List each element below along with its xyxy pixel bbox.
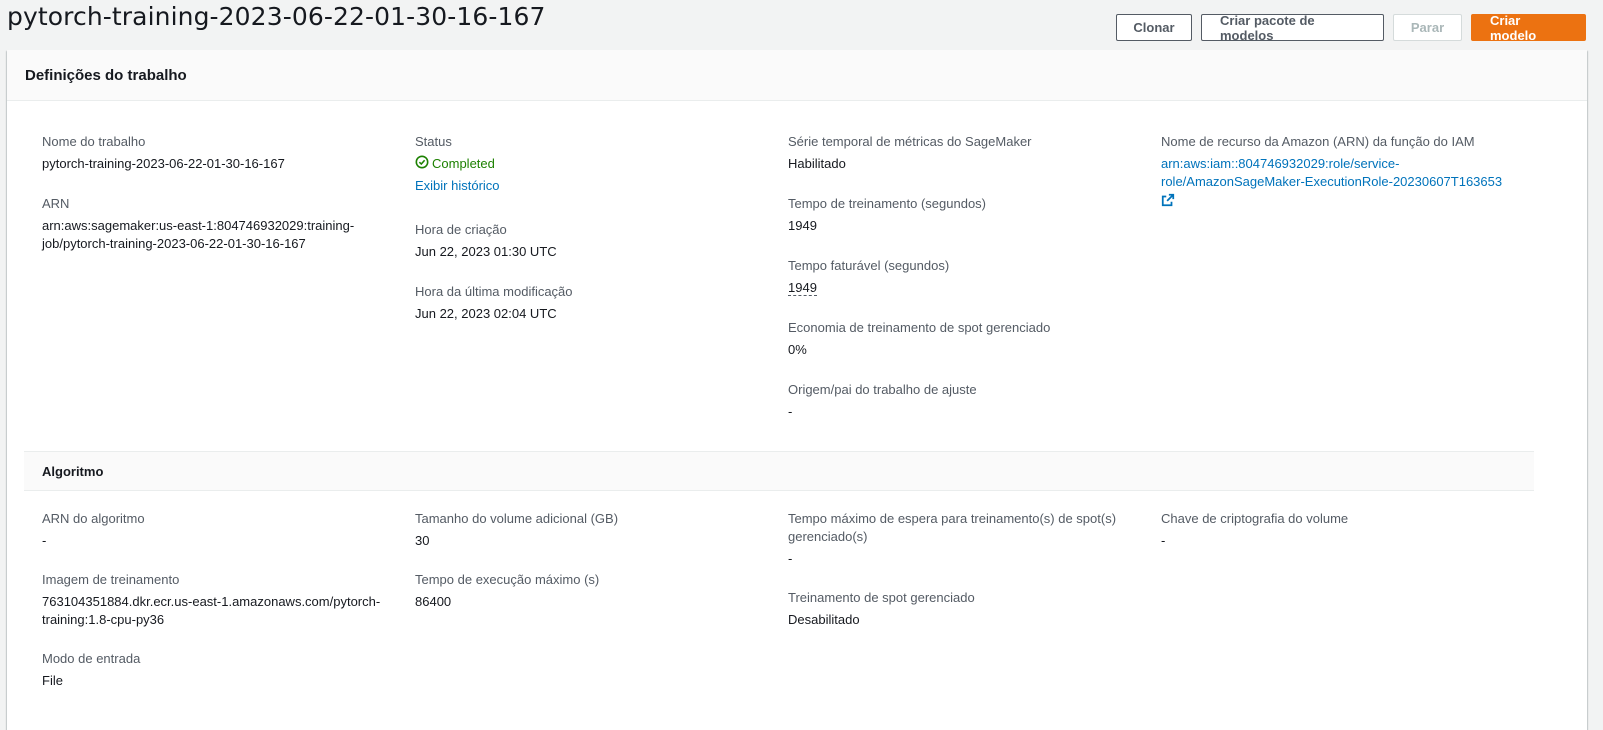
job-name-label: Nome do trabalho <box>42 134 146 149</box>
tuning-origin-value: - <box>788 404 793 419</box>
max-runtime-value: 86400 <box>415 594 452 609</box>
job-name-field: Nome do trabalho pytorch-training-2023-0… <box>42 133 382 173</box>
volume-size-value: 30 <box>415 533 430 548</box>
status-indicator: Completed <box>415 155 755 172</box>
max-wait-field: Tempo máximo de espera para treinamento(… <box>788 510 1128 568</box>
volume-key-field: Chave de criptografia do volume - <box>1161 510 1501 550</box>
modified-time-value: Jun 22, 2023 02:04 UTC <box>415 306 557 321</box>
training-image-value: 763104351884.dkr.ecr.us-east-1.amazonaws… <box>42 594 381 627</box>
input-mode-label: Modo de entrada <box>42 651 141 666</box>
billable-time-label: Tempo faturável (segundos) <box>788 258 950 273</box>
modified-time-field: Hora da última modificação Jun 22, 2023 … <box>415 283 755 323</box>
billable-time-value[interactable]: 1949 <box>788 280 817 296</box>
job-name-value: pytorch-training-2023-06-22-01-30-16-167 <box>42 156 285 171</box>
job-settings-panel: Definições do trabalho Nome do trabalho … <box>7 50 1587 730</box>
external-link-icon[interactable] <box>1161 193 1175 212</box>
status-field: Status Completed Exibir histórico <box>415 133 755 195</box>
algorithm-arn-value: - <box>42 533 47 548</box>
action-bar: Clonar Criar pacote de modelos Parar Cri… <box>1116 13 1586 43</box>
algorithm-section-header: Algoritmo <box>24 451 1534 491</box>
iam-role-label: Nome de recurso da Amazon (ARN) da funçã… <box>1161 134 1475 149</box>
panel-header: Definições do trabalho <box>7 50 1587 101</box>
check-circle-icon <box>415 155 429 172</box>
volume-size-label: Tamanho do volume adicional (GB) <box>415 511 619 526</box>
spot-savings-value: 0% <box>788 342 807 357</box>
metrics-value: Habilitado <box>788 156 846 171</box>
managed-spot-label: Treinamento de spot gerenciado <box>788 590 975 605</box>
page-title: pytorch-training-2023-06-22-01-30-16-167 <box>7 2 546 31</box>
create-model-button[interactable]: Criar modelo <box>1471 13 1586 43</box>
creation-time-label: Hora de criação <box>415 222 507 237</box>
training-image-field: Imagem de treinamento 763104351884.dkr.e… <box>42 571 387 629</box>
create-model-package-button[interactable]: Criar pacote de modelos <box>1201 13 1384 43</box>
max-runtime-field: Tempo de execução máximo (s) 86400 <box>415 571 755 611</box>
training-time-value: 1949 <box>788 218 817 233</box>
modified-time-label: Hora da última modificação <box>415 284 573 299</box>
iam-role-link[interactable]: arn:aws:iam::804746932029:role/service-r… <box>1161 155 1511 191</box>
tuning-origin-field: Origem/pai do trabalho de ajuste - <box>788 381 1128 421</box>
algorithm-arn-field: ARN do algoritmo - <box>42 510 382 550</box>
status-value: Completed <box>432 156 495 171</box>
billable-time-field: Tempo faturável (segundos) 1949 <box>788 257 1128 297</box>
creation-time-value: Jun 22, 2023 01:30 UTC <box>415 244 557 259</box>
max-wait-value: - <box>788 551 793 566</box>
stop-button[interactable]: Parar <box>1393 14 1462 41</box>
metrics-field: Série temporal de métricas do SageMaker … <box>788 133 1128 173</box>
arn-value: arn:aws:sagemaker:us-east-1:804746932029… <box>42 218 355 251</box>
max-runtime-label: Tempo de execução máximo (s) <box>415 572 600 587</box>
volume-key-value: - <box>1161 533 1166 548</box>
managed-spot-field: Treinamento de spot gerenciado Desabilit… <box>788 589 1128 629</box>
clone-button[interactable]: Clonar <box>1116 14 1192 41</box>
training-time-label: Tempo de treinamento (segundos) <box>788 196 987 211</box>
spot-savings-label: Economia de treinamento de spot gerencia… <box>788 320 1051 335</box>
training-image-label: Imagem de treinamento <box>42 572 180 587</box>
creation-time-field: Hora de criação Jun 22, 2023 01:30 UTC <box>415 221 755 261</box>
input-mode-field: Modo de entrada File <box>42 650 382 690</box>
tuning-origin-label: Origem/pai do trabalho de ajuste <box>788 382 977 397</box>
training-time-field: Tempo de treinamento (segundos) 1949 <box>788 195 1128 235</box>
max-wait-label: Tempo máximo de espera para treinamento(… <box>788 511 1117 544</box>
metrics-label: Série temporal de métricas do SageMaker <box>788 134 1032 149</box>
spot-savings-field: Economia de treinamento de spot gerencia… <box>788 319 1128 359</box>
managed-spot-value: Desabilitado <box>788 612 860 627</box>
volume-size-field: Tamanho do volume adicional (GB) 30 <box>415 510 755 550</box>
view-history-link[interactable]: Exibir histórico <box>415 177 755 195</box>
iam-role-field: Nome de recurso da Amazon (ARN) da funçã… <box>1161 133 1511 212</box>
volume-key-label: Chave de criptografia do volume <box>1161 511 1349 526</box>
arn-field: ARN arn:aws:sagemaker:us-east-1:80474693… <box>42 195 362 253</box>
status-label: Status <box>415 134 452 149</box>
algorithm-arn-label: ARN do algoritmo <box>42 511 145 526</box>
input-mode-value: File <box>42 673 63 688</box>
arn-label: ARN <box>42 196 70 211</box>
